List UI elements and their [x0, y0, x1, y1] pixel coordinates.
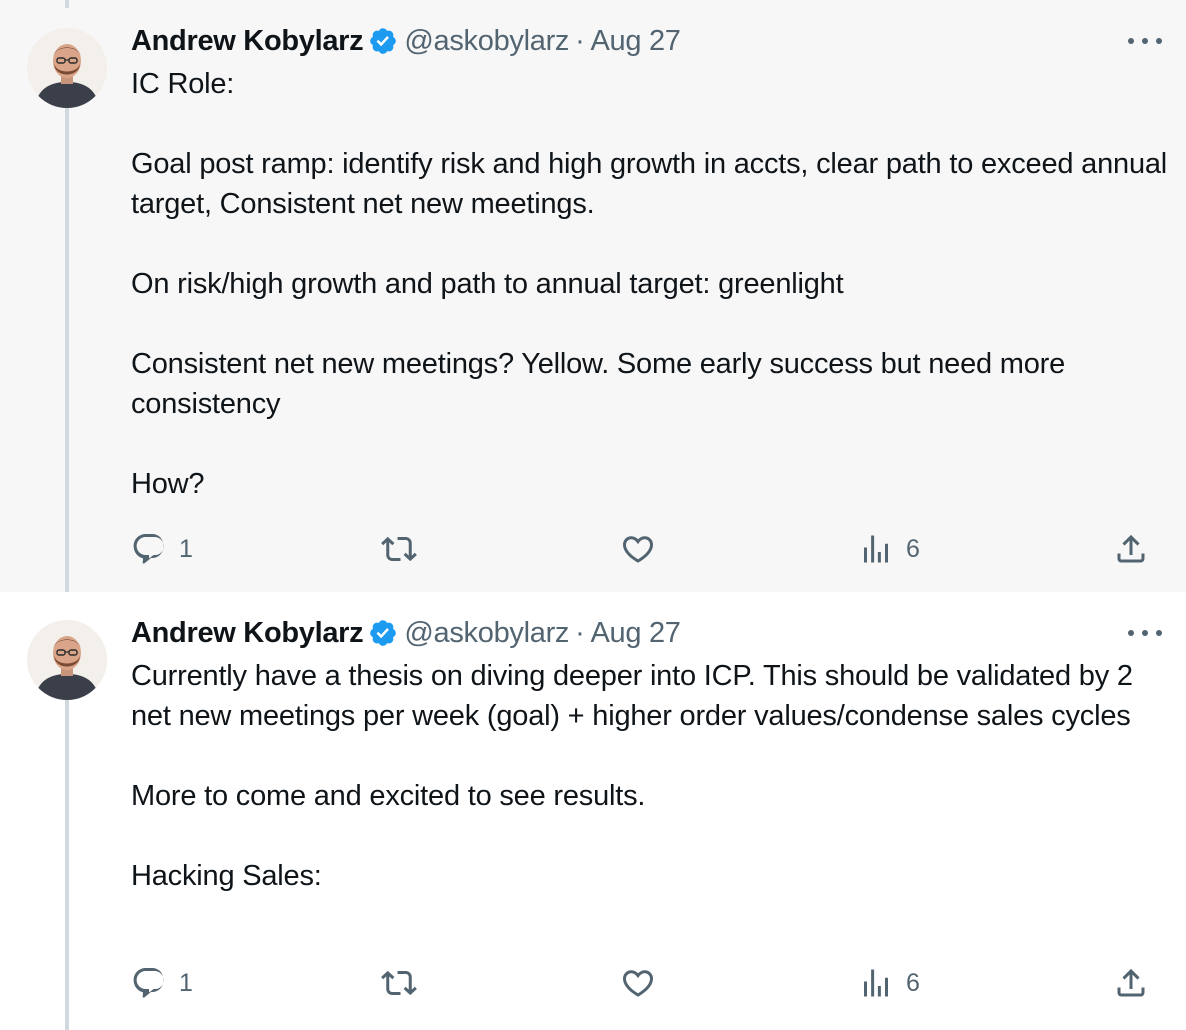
more-horizontal-icon[interactable] [1128, 618, 1162, 648]
separator-dot: · [575, 616, 585, 649]
reply-button[interactable]: 1 [131, 963, 193, 1003]
verified-badge-icon [368, 618, 398, 648]
tweet-date[interactable]: Aug 27 [591, 617, 681, 650]
tweet[interactable]: Andrew Kobylarz @askobylarz · Aug 27 Cur… [0, 592, 1186, 1030]
tweet-text: IC Role: Goal post ramp: identify risk a… [131, 64, 1171, 504]
retweet-button[interactable] [381, 963, 417, 1003]
views-chart-icon [864, 969, 888, 997]
retweet-button[interactable] [381, 529, 417, 569]
tweet-paragraph: Consistent net new meetings? Yellow. Som… [131, 348, 1066, 420]
retweet-icon [381, 536, 417, 562]
reply-count: 1 [179, 534, 193, 563]
tweet-actions: 1 6 [0, 529, 1186, 569]
reply-button[interactable]: 1 [131, 529, 193, 569]
heart-icon [622, 970, 654, 997]
avatar[interactable] [27, 620, 107, 700]
views-button[interactable]: 6 [858, 963, 920, 1003]
share-icon [1117, 534, 1145, 563]
author-name[interactable]: Andrew Kobylarz [131, 25, 364, 58]
share-button[interactable] [1113, 529, 1149, 569]
tweet-header: Andrew Kobylarz @askobylarz · Aug 27 [131, 20, 681, 62]
author-name[interactable]: Andrew Kobylarz [131, 617, 364, 650]
more-horizontal-icon[interactable] [1128, 26, 1162, 56]
reply-icon [133, 968, 164, 998]
tweet-paragraph: Currently have a thesis on diving deeper… [131, 660, 1133, 732]
tweet-date[interactable]: Aug 27 [591, 25, 681, 58]
thread-connector-line [65, 0, 69, 8]
heart-icon [622, 536, 654, 563]
tweet[interactable]: Andrew Kobylarz @askobylarz · Aug 27 IC … [0, 0, 1186, 592]
tweet-paragraph: IC Role: [131, 68, 235, 100]
tweet-header: Andrew Kobylarz @askobylarz · Aug 27 [131, 612, 681, 654]
author-handle[interactable]: @askobylarz [404, 617, 569, 650]
tweet-paragraph: How? [131, 468, 205, 500]
separator-dot: · [575, 24, 585, 57]
like-button[interactable] [620, 529, 656, 569]
views-count: 6 [906, 968, 920, 997]
retweet-icon [381, 970, 417, 996]
share-icon [1117, 968, 1145, 997]
tweet-paragraph: Hacking Sales: [131, 860, 322, 892]
like-button[interactable] [620, 963, 656, 1003]
thread-connector-line [65, 108, 69, 592]
verified-badge-icon [368, 26, 398, 56]
tweet-text: Currently have a thesis on diving deeper… [131, 656, 1161, 896]
views-chart-icon [864, 535, 888, 563]
tweet-paragraph: On risk/high growth and path to annual t… [131, 268, 844, 300]
tweet-actions: 1 6 [0, 963, 1186, 1003]
share-button[interactable] [1113, 963, 1149, 1003]
avatar[interactable] [27, 28, 107, 108]
views-count: 6 [906, 534, 920, 563]
tweet-paragraph: Goal post ramp: identify risk and high g… [131, 148, 1168, 220]
reply-icon [133, 534, 164, 564]
reply-count: 1 [179, 968, 193, 997]
tweet-paragraph: More to come and excited to see results. [131, 780, 646, 812]
views-button[interactable]: 6 [858, 529, 920, 569]
author-handle[interactable]: @askobylarz [404, 25, 569, 58]
